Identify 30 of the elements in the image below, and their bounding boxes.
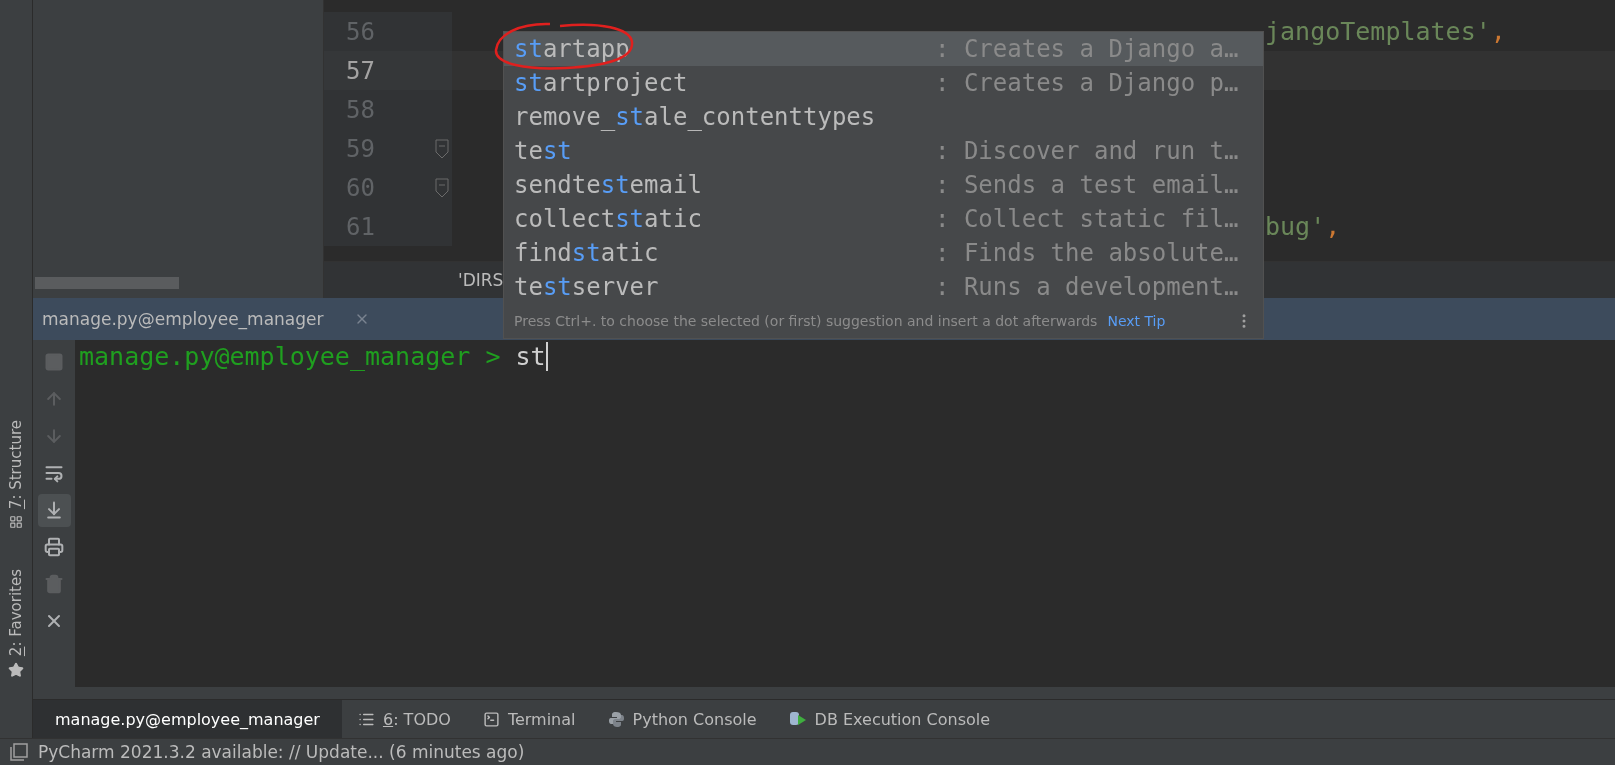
side-tool-tab[interactable]: 7: Structure: [7, 419, 25, 529]
fold-marker-icon[interactable]: [435, 138, 449, 159]
star-icon: [8, 662, 24, 678]
scrollbar-thumb[interactable]: [35, 276, 179, 289]
soft-wrap-icon: [44, 463, 64, 484]
scroll-to-end-button[interactable]: [37, 493, 71, 527]
print-icon: [44, 537, 64, 558]
stop-icon: [44, 352, 64, 373]
tool-window-tab[interactable]: 6: TODO: [341, 700, 467, 738]
side-tool-tab[interactable]: 2: Favorites: [7, 568, 25, 678]
hint-text: Press Ctrl+. to choose the selected (or first) suggestion and insert a dot afterwards: [514, 313, 1098, 329]
tool-window-tab[interactable]: manage.py@employee_manager: [33, 700, 342, 738]
breadcrumb[interactable]: 'DIRS: [458, 269, 504, 290]
terminal-icon: [482, 710, 500, 728]
structure-icon: [9, 514, 23, 529]
panel-toggle-icon[interactable]: [10, 743, 28, 761]
tool-window-tab[interactable]: Python Console: [591, 700, 773, 738]
next-tip-link[interactable]: Next Tip: [1107, 313, 1166, 329]
scroll-to-end-icon: [44, 500, 64, 521]
status-message[interactable]: PyCharm 2021.3.2 available: // Update... (6 minutes ago): [38, 742, 525, 762]
python-icon: [607, 710, 625, 728]
tool-window-tab[interactable]: DB Execution Console: [772, 700, 1007, 738]
trash-icon: [44, 574, 64, 595]
code-line: bug',: [1265, 212, 1341, 241]
fold-marker-icon[interactable]: [435, 177, 449, 198]
tool-window-tab[interactable]: Terminal: [466, 700, 592, 738]
code-line: jangoTemplates',: [1265, 17, 1506, 46]
line-number: 57: [345, 56, 375, 85]
console-tab[interactable]: manage.py@employee_manager: [42, 308, 324, 329]
database-run-icon: [788, 710, 807, 728]
